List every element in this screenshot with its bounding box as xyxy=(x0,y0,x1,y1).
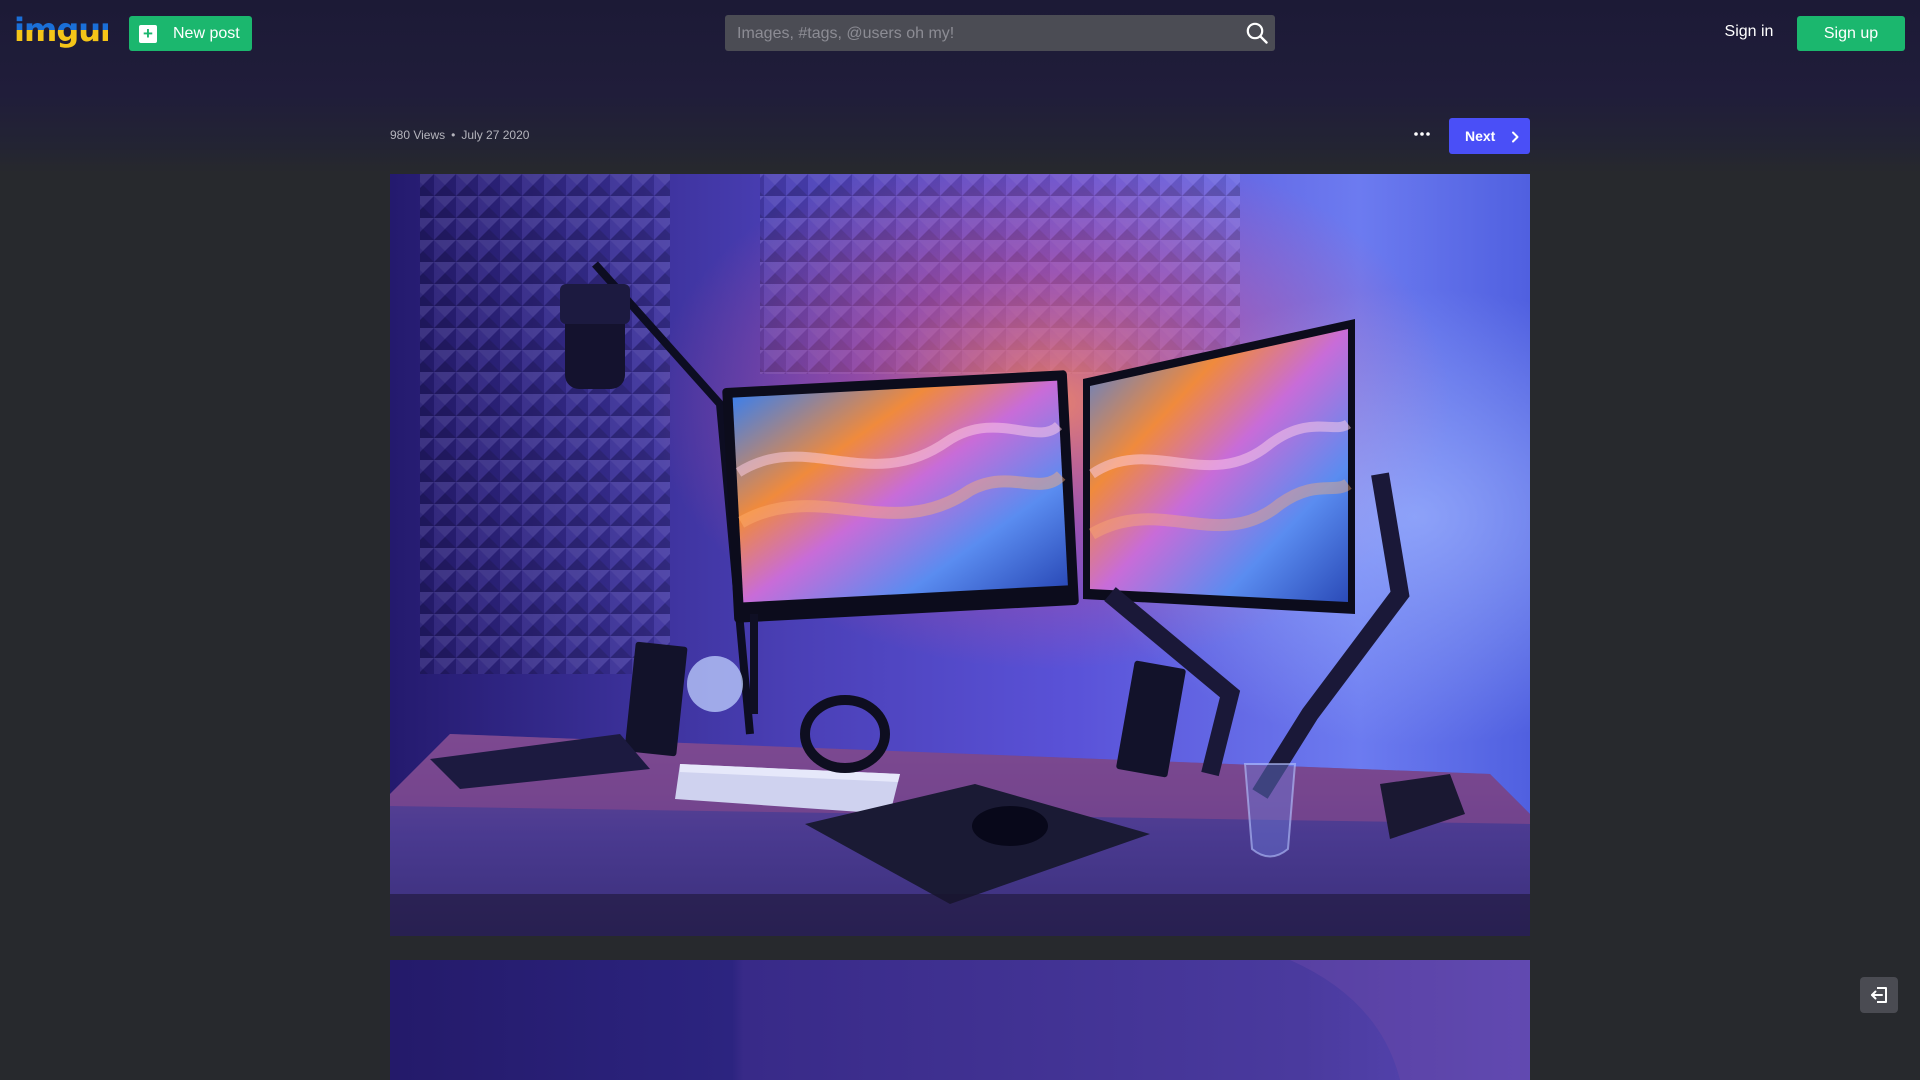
next-label: Next xyxy=(1465,128,1496,144)
more-options-icon[interactable] xyxy=(1412,124,1432,144)
new-post-label: New post xyxy=(173,25,240,42)
search-bar xyxy=(725,15,1275,53)
post-date: July 27 2020 xyxy=(461,128,530,142)
imgur-logo[interactable]: imgur xyxy=(14,11,117,50)
post-meta: 980 Views • July 27 2020 xyxy=(390,128,529,142)
sign-in-link[interactable]: Sign in xyxy=(1717,0,1781,64)
exit-icon[interactable] xyxy=(1860,977,1898,1013)
plus-icon: + xyxy=(139,25,157,43)
post-image-second[interactable] xyxy=(390,960,1530,1080)
chevron-right-icon xyxy=(1509,130,1521,143)
logo-text: imgur xyxy=(14,14,108,49)
meta-separator: • xyxy=(451,128,456,142)
next-post-button[interactable]: Next xyxy=(1449,118,1530,154)
wall-picture xyxy=(390,960,1530,1080)
new-post-button[interactable]: + New post xyxy=(129,16,252,51)
desk-setup-picture xyxy=(390,174,1530,936)
logo-mark: imgur xyxy=(14,11,117,49)
view-count: 980 Views xyxy=(390,128,446,142)
search-icon[interactable] xyxy=(1246,22,1268,44)
sign-up-button[interactable]: Sign up xyxy=(1797,16,1905,51)
post-image[interactable] xyxy=(390,174,1530,936)
top-nav: imgur + New post Sign in Sign up xyxy=(0,0,1920,64)
search-input[interactable] xyxy=(735,15,1229,53)
